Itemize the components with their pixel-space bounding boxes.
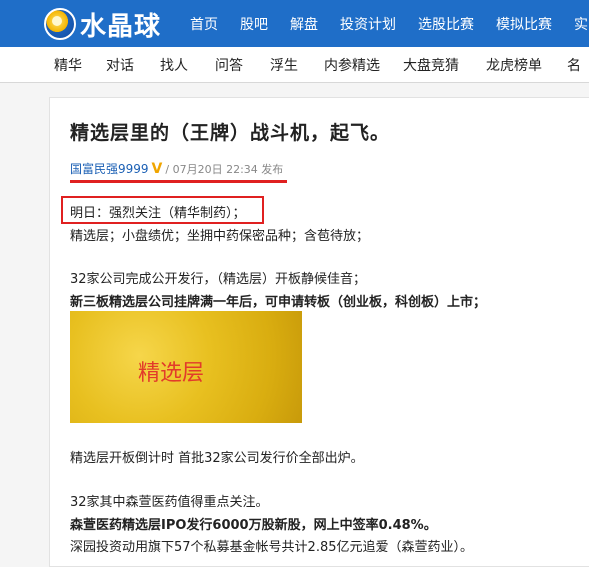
sub-nav: 精华 对话 找人 问答 浮生 内参精选 大盘竞猜 龙虎榜单 名 <box>54 47 581 83</box>
article-title: 精选层里的（王牌）战斗机，起飞。 <box>70 122 391 144</box>
gold-banner-image: 精选层 <box>70 311 302 423</box>
article-meta: 国富民强9999 V / 07月20日 22:34 发布 <box>70 160 283 177</box>
publish-date: / 07月20日 22:34 发布 <box>165 162 284 176</box>
subnav-duihua[interactable]: 对话 <box>106 55 134 75</box>
line-offering: 32家公司完成公开发行，（精选层）开板静候佳音； <box>70 272 367 287</box>
top-bar: 水晶球 首页 股吧 解盘 投资计划 选股比赛 模拟比赛 实 <box>0 0 589 47</box>
subnav-longhu[interactable]: 龙虎榜单 <box>486 55 542 75</box>
highlight-underline <box>70 180 287 183</box>
line-ipo: 森萱医药精选层IPO发行6000万股新股，网上中签率0.48%。 <box>70 518 437 533</box>
subnav-dapan[interactable]: 大盘竞猜 <box>403 55 459 75</box>
sub-bar: 精华 对话 找人 问答 浮生 内参精选 大盘竞猜 龙虎榜单 名 <box>0 47 589 83</box>
top-nav: 首页 股吧 解盘 投资计划 选股比赛 模拟比赛 实 <box>190 0 589 47</box>
nav-simulation-contest[interactable]: 模拟比赛 <box>496 14 552 34</box>
line-countdown: 精选层开板倒计时 首批32家公司发行价全部出炉。 <box>70 451 364 466</box>
line-private-fund: 深园投资动用旗下57个私募基金帐号共计2.85亿元追爱（森萱药业）。 <box>70 540 473 555</box>
nav-more[interactable]: 实 <box>574 14 588 34</box>
crystal-ball-icon <box>44 8 76 40</box>
logo-text: 水晶球 <box>80 11 162 42</box>
verified-v-icon: V <box>151 160 163 177</box>
subnav-neican[interactable]: 内参精选 <box>324 55 380 75</box>
subnav-zhaoren[interactable]: 找人 <box>160 55 188 75</box>
line-focus: 明日：强烈关注（精华制药）； <box>70 206 246 221</box>
site-logo[interactable]: 水晶球 <box>44 7 162 42</box>
nav-investment-plan[interactable]: 投资计划 <box>340 14 396 34</box>
nav-guba[interactable]: 股吧 <box>240 14 268 34</box>
line-transfer: 新三板精选层公司挂牌满一年后，可申请转板（创业板，科创板）上市； <box>70 295 487 310</box>
subnav-more[interactable]: 名 <box>567 55 581 75</box>
subnav-jinghua[interactable]: 精华 <box>54 55 82 75</box>
nav-home[interactable]: 首页 <box>190 14 218 34</box>
subnav-fusheng[interactable]: 浮生 <box>270 55 298 75</box>
line-attention: 32家其中森萱医药值得重点关注。 <box>70 495 269 510</box>
line-features: 精选层；小盘绩优；坐拥中药保密品种；含苞待放； <box>70 229 370 244</box>
nav-stock-contest[interactable]: 选股比赛 <box>418 14 474 34</box>
image-caption: 精选层 <box>138 361 205 386</box>
subnav-wenda[interactable]: 问答 <box>215 55 243 75</box>
author-link[interactable]: 国富民强9999 <box>70 160 149 177</box>
nav-jiepan[interactable]: 解盘 <box>290 14 318 34</box>
